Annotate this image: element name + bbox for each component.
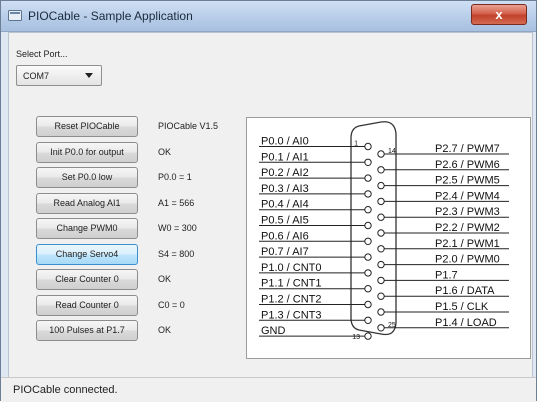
change-pwm0-button[interactable]: Change PWM0 (36, 218, 138, 239)
title-bar[interactable]: PIOCable - Sample Application x (1, 1, 536, 32)
right-pin-label: P2.2 / PWM2 (435, 222, 500, 234)
pin-number-last: 25 (388, 322, 396, 329)
right-pin-label: P2.4 / PWM4 (435, 190, 500, 202)
left-pin-label: P1.3 / CNT3 (261, 309, 322, 321)
left-pin-circle (364, 269, 372, 277)
set-p0-0-low-result: P0.0 = 1 (158, 172, 192, 182)
connector-pinout-panel: P0.0 / AI0 P0.1 / AI1 P0.2 / AI2 P0.3 / AI3… (246, 117, 531, 359)
left-pin-circle (364, 142, 372, 151)
clear-counter-0-result: OK (158, 274, 172, 284)
status-bar-text: PIOCable connected. (13, 384, 118, 396)
left-pin-circle (364, 253, 372, 261)
right-pin-circle (377, 292, 385, 300)
left-pin-circle (364, 158, 372, 166)
reset-piocable-button[interactable]: Reset PIOCable (36, 116, 138, 137)
right-pin-circle (377, 213, 385, 221)
left-pin-label: P0.2 / AI2 (261, 167, 309, 179)
left-pin-label: P0.3 / AI3 (261, 183, 309, 195)
left-pin-label: P0.1 / AI1 (261, 151, 309, 163)
left-pin-circle (364, 174, 372, 182)
left-pin-circle (364, 316, 372, 325)
set-p0-0-low-button[interactable]: Set P0.0 low (36, 167, 138, 188)
left-pin-label: P0.4 / AI4 (261, 199, 309, 211)
init-p0-0-for-output-button[interactable]: Init P0.0 for output (36, 142, 138, 163)
right-pin-circle (377, 324, 385, 332)
left-pin-label: P0.7 / AI7 (261, 246, 309, 258)
right-pin-circle (377, 308, 385, 316)
change-pwm0-result: W0 = 300 (158, 223, 197, 233)
read-counter-0-result: C0 = 0 (158, 300, 185, 310)
db25-connector-diagram: P0.0 / AI0 P0.1 / AI1 P0.2 / AI2 P0.3 / AI3… (259, 121, 509, 341)
select-port-label: Select Port... (16, 49, 68, 59)
left-pin-label: P0.5 / AI5 (261, 215, 309, 227)
right-pin-circle (377, 150, 385, 158)
right-pin-label: P2.7 / PWM7 (435, 143, 500, 155)
left-pin-circle (364, 221, 372, 230)
chevron-down-icon (85, 73, 93, 78)
right-pin-label: P1.6 / DATA (435, 285, 495, 297)
right-pin-label: P2.6 / PWM6 (435, 159, 500, 171)
left-pin-circle (364, 206, 372, 214)
change-servo4-button[interactable]: Change Servo4 (36, 244, 138, 265)
right-pin-circle (377, 181, 385, 190)
right-pin-label: P2.0 / PWM0 (435, 254, 500, 266)
right-pin-label: P1.5 / CLK (435, 301, 489, 313)
left-pin-label: P1.2 / CNT2 (261, 294, 322, 306)
change-servo4-result: S4 = 800 (158, 249, 195, 259)
right-pin-label: P1.7 (435, 269, 458, 281)
reset-piocable-result: PIOCable V1.5 (158, 121, 219, 131)
right-pin-label: P2.1 / PWM1 (435, 238, 500, 250)
100-pulses-at-p1-7-button[interactable]: 100 Pulses at P1.7 (36, 320, 138, 341)
left-pin-circle (364, 285, 372, 293)
read-analog-ai1-button[interactable]: Read Analog AI1 (36, 193, 138, 214)
clear-counter-0-button[interactable]: Clear Counter 0 (36, 269, 138, 290)
right-pin-circle (377, 276, 385, 285)
port-select[interactable]: COM7 (16, 65, 102, 86)
read-counter-0-button[interactable]: Read Counter 0 (36, 295, 138, 316)
100-pulses-at-p1-7-result: OK (158, 325, 172, 335)
left-pin-label: P0.0 / AI0 (261, 136, 309, 148)
init-p0-0-for-output-result: OK (158, 147, 172, 157)
left-pin-circle (364, 237, 372, 246)
pin-number-first: 1 (354, 141, 358, 148)
right-pin-label: P1.4 / LOAD (435, 317, 497, 329)
left-pin-label: P1.0 / CNT0 (261, 262, 322, 274)
right-pin-label: P2.5 / PWM5 (435, 175, 500, 187)
right-pin-circle (377, 260, 385, 269)
right-pin-circle (377, 166, 385, 174)
left-pin-label: P0.6 / AI6 (261, 230, 309, 242)
left-pin-label: P1.1 / CNT1 (261, 278, 322, 290)
pin-number-right-first: 14 (388, 148, 396, 155)
read-analog-ai1-result: A1 = 566 (158, 198, 195, 208)
close-button[interactable]: x (471, 4, 527, 25)
right-pin-circle (377, 197, 385, 206)
left-pin-circle (364, 190, 372, 198)
right-pin-circle (377, 229, 385, 237)
status-bar: PIOCable connected. (1, 377, 536, 402)
right-pin-circle (377, 245, 385, 253)
pin-number-left-last: 13 (352, 334, 360, 341)
left-pin-label: GND (261, 325, 286, 337)
app-icon (8, 10, 22, 21)
application-window: PIOCable - Sample Application x Select P… (0, 0, 537, 402)
window-title: PIOCable - Sample Application (28, 9, 193, 23)
right-pin-label: P2.3 / PWM3 (435, 206, 500, 218)
left-pin-circle (364, 300, 372, 309)
port-select-value: COM7 (23, 71, 50, 81)
left-pin-circle (364, 332, 372, 340)
